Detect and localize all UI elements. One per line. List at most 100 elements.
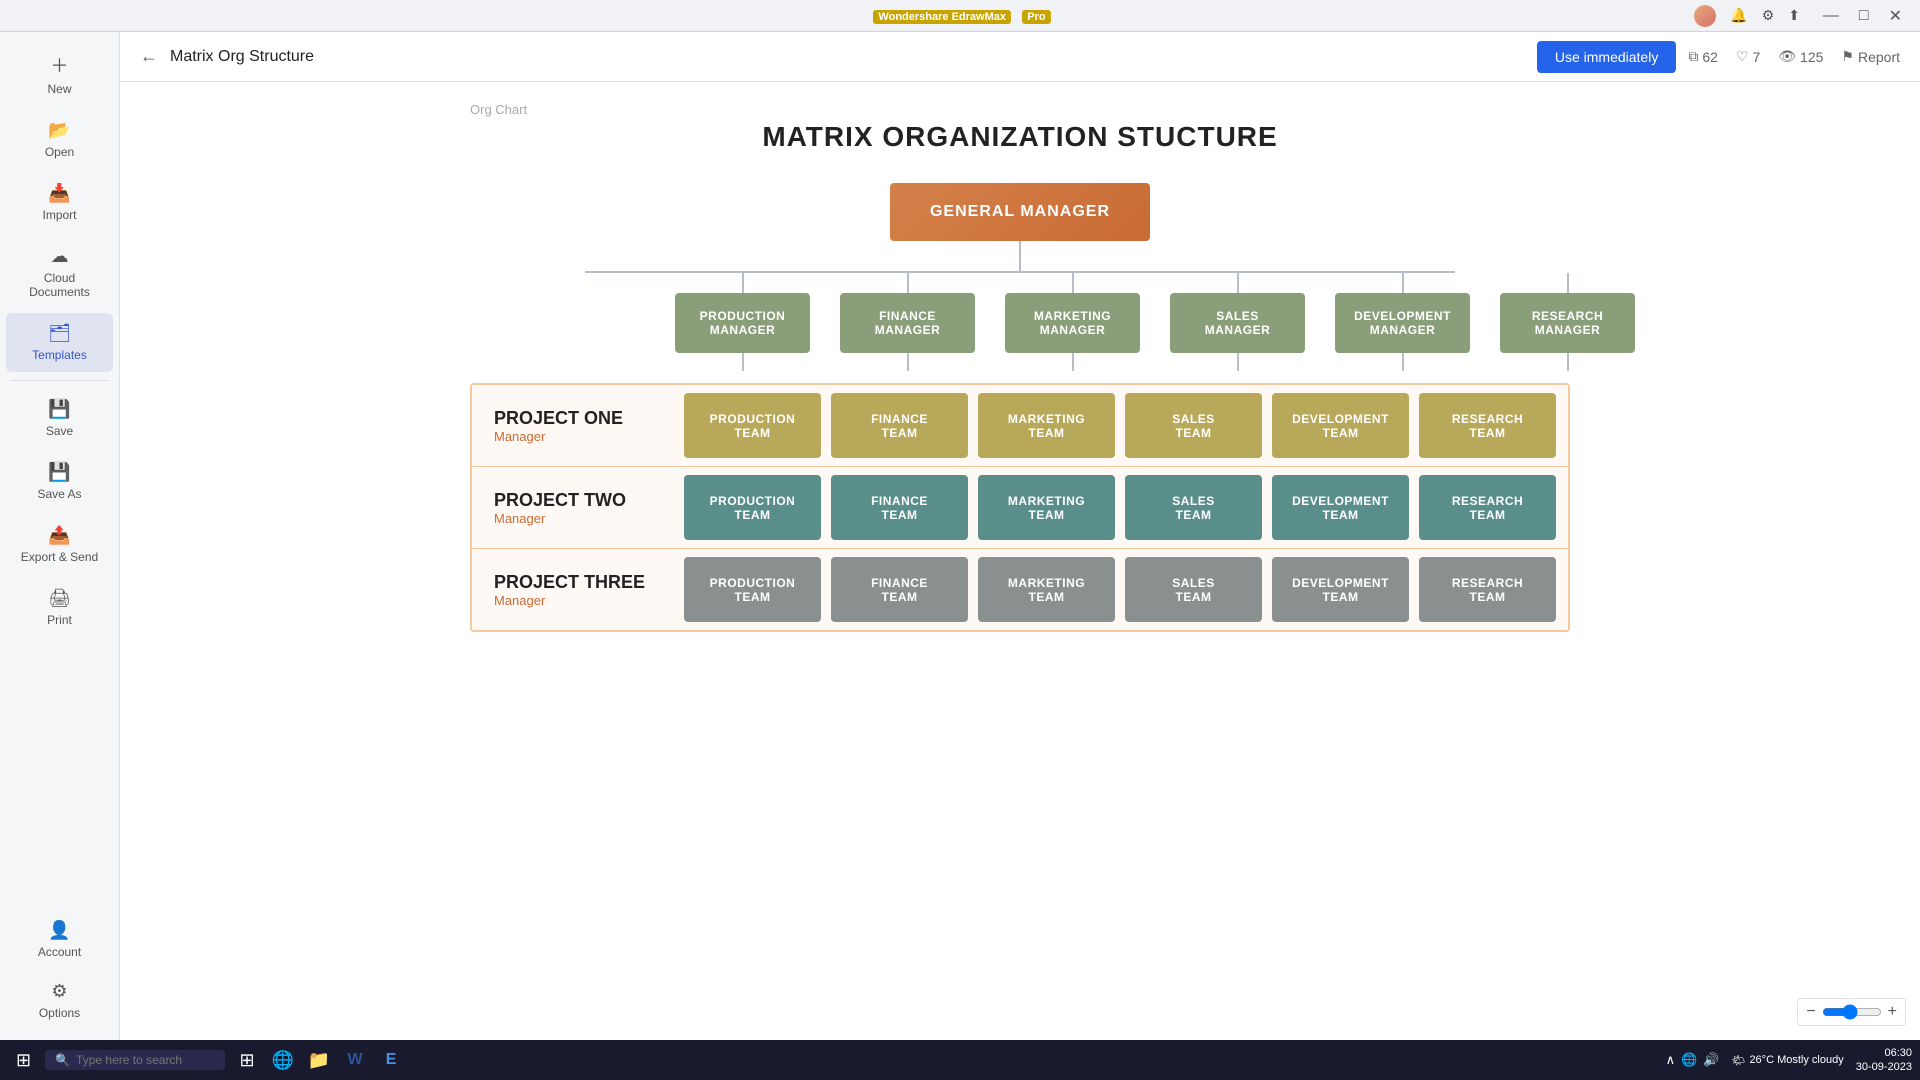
zoom-in-button[interactable]: + — [1888, 1003, 1897, 1021]
views-count: 👁 125 — [1778, 48, 1823, 65]
sidebar-item-account-label: Account — [38, 945, 81, 959]
project-two-role: Manager — [494, 511, 674, 526]
taskbar-app-widgets[interactable]: ⊞ — [231, 1044, 263, 1076]
user-avatar[interactable] — [1694, 5, 1716, 27]
sidebar-item-options[interactable]: ⚙ Options — [6, 971, 113, 1030]
p3-team-6: RESEARCHTEAM — [1419, 557, 1556, 622]
search-input[interactable] — [76, 1053, 216, 1067]
zoom-controls: − + — [1797, 998, 1906, 1026]
p2-team-4: SALESTEAM — [1125, 475, 1262, 540]
project-one-role: Manager — [494, 429, 674, 444]
sidebar-item-templates-label: Templates — [32, 348, 87, 362]
taskbar-search[interactable]: 🔍 — [45, 1050, 225, 1070]
clock-time: 06:30 — [1856, 1046, 1912, 1060]
taskbar-app-word[interactable]: W — [339, 1044, 371, 1076]
p1-team-6: RESEARCHTEAM — [1419, 393, 1556, 458]
manager-box-4: SALESMANAGER — [1170, 293, 1305, 353]
network-icon[interactable]: 🌐 — [1681, 1052, 1697, 1068]
app-name: Wondershare EdrawMax — [873, 10, 1011, 24]
manager-col-1: PRODUCTIONMANAGER — [675, 273, 810, 353]
p2-team-5: DEVELOPMENTTEAM — [1272, 475, 1409, 540]
p3-team-1: PRODUCTIONTEAM — [684, 557, 821, 622]
minimize-button[interactable]: — — [1817, 4, 1845, 28]
project-three-name: PROJECT THREE — [494, 572, 674, 593]
project-three-row: PROJECT THREE Manager PRODUCTIONTEAM FIN… — [472, 549, 1568, 630]
p1-team-2: FINANCETEAM — [831, 393, 968, 458]
close-button[interactable]: ✕ — [1883, 4, 1908, 28]
save-icon: 💾 — [48, 399, 70, 420]
project-one-row: PROJECT ONE Manager PRODUCTIONTEAM FINAN… — [472, 385, 1568, 467]
report-button[interactable]: ⚑ Report — [1841, 48, 1900, 65]
open-icon: 📂 — [48, 120, 70, 141]
org-chart-wrapper: Org Chart MATRIX ORGANIZATION STUCTURE G… — [470, 102, 1570, 632]
options-icon: ⚙ — [51, 981, 67, 1002]
import-icon: 📥 — [48, 183, 70, 204]
copies-count: ⧉ 62 — [1688, 48, 1718, 65]
sidebar-item-open-label: Open — [45, 145, 74, 159]
taskbar-app-edraw[interactable]: E — [375, 1044, 407, 1076]
export-icon: 📤 — [48, 525, 70, 546]
p2-team-2: FINANCETEAM — [831, 475, 968, 540]
back-button[interactable]: ← — [140, 46, 158, 67]
p1-team-3: MARKETINGTEAM — [978, 393, 1115, 458]
saveas-icon: 💾 — [48, 462, 70, 483]
notification-icon[interactable]: 🔔 — [1730, 7, 1747, 24]
share-icon[interactable]: ⬆ — [1788, 7, 1800, 24]
sidebar-item-save-label: Save — [46, 424, 73, 438]
copies-icon: ⧉ — [1688, 48, 1698, 65]
maximize-button[interactable]: □ — [1853, 4, 1875, 28]
use-immediately-button[interactable]: Use immediately — [1537, 41, 1676, 73]
general-manager-box: GENERAL MANAGER — [890, 183, 1150, 241]
sidebar-item-cloud[interactable]: ☁ Cloud Documents — [6, 236, 113, 309]
sidebar-item-import-label: Import — [42, 208, 76, 222]
sidebar-item-new[interactable]: ＋ New — [6, 42, 113, 106]
sidebar-divider — [10, 380, 109, 381]
new-icon: ＋ — [51, 52, 69, 78]
templates-icon: 🗂 — [48, 323, 71, 344]
weather-text: 26°C Mostly cloudy — [1749, 1054, 1843, 1066]
sidebar-item-open[interactable]: 📂 Open — [6, 110, 113, 169]
page-title: Matrix Org Structure — [170, 48, 1525, 66]
search-icon: 🔍 — [55, 1053, 70, 1067]
clock: 06:30 30-09-2023 — [1856, 1046, 1912, 1075]
chevron-up-icon[interactable]: ∧ — [1666, 1052, 1676, 1068]
sidebar-item-import[interactable]: 📥 Import — [6, 173, 113, 232]
manager-col-6: RESEARCHMANAGER — [1500, 273, 1635, 353]
topbar-stats: ⧉ 62 ♡ 7 👁 125 ⚑ Report — [1688, 48, 1900, 65]
settings-icon[interactable]: ⚙ — [1762, 7, 1775, 24]
p2-team-6: RESEARCHTEAM — [1419, 475, 1556, 540]
p3-team-3: MARKETINGTEAM — [978, 557, 1115, 622]
sidebar: ＋ New 📂 Open 📥 Import ☁ Cloud Documents … — [0, 32, 120, 1040]
project-one-teams: PRODUCTIONTEAM FINANCETEAM MARKETINGTEAM… — [684, 393, 1556, 458]
zoom-out-button[interactable]: − — [1806, 1003, 1815, 1021]
sidebar-item-new-label: New — [47, 82, 71, 96]
p3-team-4: SALESTEAM — [1125, 557, 1262, 622]
taskbar-app-browser[interactable]: 🌐 — [267, 1044, 299, 1076]
window-controls: — □ ✕ — [1817, 4, 1908, 28]
projects-container: PROJECT ONE Manager PRODUCTIONTEAM FINAN… — [470, 383, 1570, 632]
sidebar-item-account[interactable]: 👤 Account — [6, 910, 113, 969]
views-icon: 👁 — [1778, 48, 1796, 65]
weather-icon: 🌤 — [1731, 1054, 1745, 1067]
start-button[interactable]: ⊞ — [8, 1048, 39, 1073]
org-title: MATRIX ORGANIZATION STUCTURE — [470, 121, 1570, 153]
general-manager-section: GENERAL MANAGER — [470, 183, 1570, 273]
taskbar-app-files[interactable]: 📁 — [303, 1044, 335, 1076]
topbar: ← Matrix Org Structure Use immediately ⧉… — [120, 32, 1920, 82]
sidebar-bottom: 👤 Account ⚙ Options — [0, 908, 119, 1032]
sound-icon[interactable]: 🔊 — [1703, 1052, 1719, 1068]
manager-box-6: RESEARCHMANAGER — [1500, 293, 1635, 353]
taskbar: ⊞ 🔍 ⊞ 🌐 📁 W E ∧ 🌐 🔊 🌤 26°C Mostly cloudy — [0, 1040, 1920, 1080]
sidebar-item-save[interactable]: 💾 Save — [6, 389, 113, 448]
zoom-slider[interactable] — [1822, 1004, 1882, 1020]
sidebar-item-saveas[interactable]: 💾 Save As — [6, 452, 113, 511]
p3-team-2: FINANCETEAM — [831, 557, 968, 622]
manager-col-2: FINANCEMANAGER — [840, 273, 975, 353]
taskbar-system-icons: ∧ 🌐 🔊 — [1666, 1052, 1720, 1068]
sidebar-item-export[interactable]: 📤 Export & Send — [6, 515, 113, 574]
gm-vline — [1019, 241, 1021, 271]
sidebar-item-print[interactable]: 🖨 Print — [6, 578, 113, 637]
sidebar-item-templates[interactable]: 🗂 Templates — [6, 313, 113, 372]
diagram-area[interactable]: Org Chart MATRIX ORGANIZATION STUCTURE G… — [120, 82, 1920, 1040]
sidebar-item-saveas-label: Save As — [37, 487, 81, 501]
